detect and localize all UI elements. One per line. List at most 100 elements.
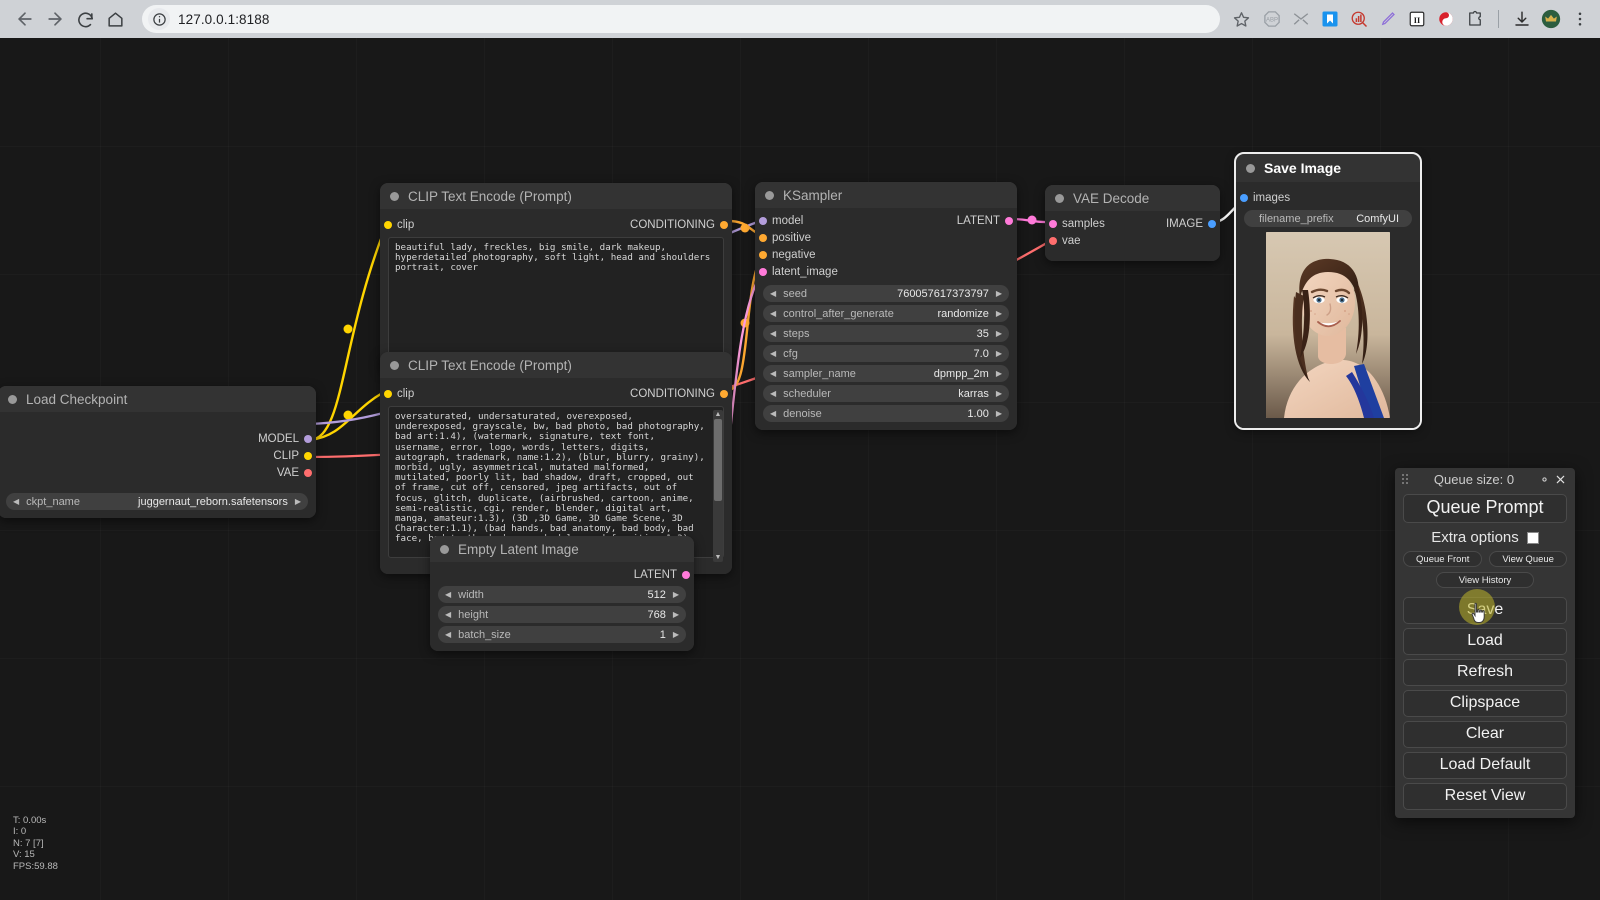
decrement-arrow-icon[interactable]: ◀ (770, 349, 776, 358)
port-dot-latent[interactable] (682, 570, 690, 579)
site-info-icon[interactable] (148, 8, 170, 30)
decrement-arrow-icon[interactable]: ◀ (770, 309, 776, 318)
port-dot-negative[interactable] (759, 250, 767, 259)
node-title-bar[interactable]: Empty Latent Image (430, 536, 694, 562)
node-load-checkpoint[interactable]: Load Checkpoint MODEL CLIP VAE ◀ ckpt_na… (0, 386, 316, 518)
image-preview[interactable] (1266, 232, 1390, 418)
port-dot-conditioning[interactable] (720, 220, 728, 229)
widget-width[interactable]: ◀ width 512 ▶ (438, 586, 686, 603)
decrement-arrow-icon[interactable]: ◀ (770, 329, 776, 338)
port-dot-clip[interactable] (304, 451, 312, 460)
port-dot-positive[interactable] (759, 233, 767, 242)
widget-scheduler[interactable]: ◀ scheduler karras ▶ (763, 385, 1009, 402)
queue-front-button[interactable]: Queue Front (1403, 551, 1483, 567)
save-button[interactable]: Save (1403, 597, 1567, 624)
menu-header[interactable]: Queue size: 0 (1395, 468, 1575, 490)
increment-arrow-icon[interactable]: ▶ (996, 309, 1002, 318)
decrement-arrow-icon[interactable]: ◀ (770, 389, 776, 398)
increment-arrow-icon[interactable]: ▶ (673, 630, 679, 639)
increment-arrow-icon[interactable]: ▶ (996, 409, 1002, 418)
node-clip-text-encode-positive[interactable]: CLIP Text Encode (Prompt) clip CONDITION… (380, 183, 732, 371)
widget-filename-prefix[interactable]: filename_prefix ComfyUI (1244, 210, 1412, 227)
drag-handle-icon[interactable] (1402, 473, 1412, 485)
widget-control-after-generate[interactable]: ◀ control_after_generate randomize ▶ (763, 305, 1009, 322)
decrement-arrow-icon[interactable]: ◀ (770, 289, 776, 298)
browser-menu-icon[interactable] (1570, 9, 1590, 29)
highlighter-icon[interactable] (1378, 9, 1398, 29)
collapse-dot-icon[interactable] (1246, 163, 1255, 173)
port-dot-images[interactable] (1240, 193, 1248, 202)
adblock-icon[interactable]: ABP (1262, 9, 1282, 29)
port-dot-model[interactable] (759, 216, 767, 225)
output-port-model[interactable]: MODEL (0, 430, 316, 447)
input-port-model[interactable]: model LATENT (755, 212, 1017, 229)
decrement-arrow-icon[interactable]: ◀ (13, 497, 19, 506)
widget-cfg[interactable]: ◀ cfg 7.0 ▶ (763, 345, 1009, 362)
output-port-clip[interactable]: CLIP (0, 447, 316, 464)
scroll-up-arrow-icon[interactable]: ▲ (715, 410, 722, 419)
port-dot-conditioning[interactable] (720, 389, 728, 398)
address-bar[interactable]: 127.0.0.1:8188 (142, 5, 1220, 33)
widget-batch-size[interactable]: ◀ batch_size 1 ▶ (438, 626, 686, 643)
input-port-positive[interactable]: positive (755, 229, 1017, 246)
scroll-down-arrow-icon[interactable]: ▼ (715, 553, 722, 562)
scrollbar-thumb[interactable] (714, 419, 722, 501)
comfyui-graph-canvas[interactable]: Load Checkpoint MODEL CLIP VAE ◀ ckpt_na… (0, 38, 1600, 900)
port-dot-vae[interactable] (1049, 236, 1057, 245)
increment-arrow-icon[interactable]: ▶ (996, 389, 1002, 398)
port-dot-model[interactable] (304, 434, 312, 443)
node-title-bar[interactable]: Load Checkpoint (0, 386, 316, 412)
widget-height[interactable]: ◀ height 768 ▶ (438, 606, 686, 623)
increment-arrow-icon[interactable]: ▶ (673, 590, 679, 599)
reload-icon[interactable] (70, 4, 100, 34)
gear-icon[interactable] (1536, 473, 1552, 486)
input-port-images[interactable]: images (1236, 189, 1420, 206)
input-port-clip[interactable]: clip CONDITIONING (380, 216, 732, 233)
widget-seed[interactable]: ◀ seed 760057617373797 ▶ (763, 285, 1009, 302)
widget-ckpt-name[interactable]: ◀ ckpt_name juggernaut_reborn.safetensor… (6, 493, 308, 510)
load-default-button[interactable]: Load Default (1403, 752, 1567, 779)
increment-arrow-icon[interactable]: ▶ (996, 289, 1002, 298)
collapse-dot-icon[interactable] (765, 190, 774, 200)
collapse-dot-icon[interactable] (1055, 193, 1064, 203)
node-title-bar[interactable]: CLIP Text Encode (Prompt) (380, 183, 732, 209)
widget-denoise[interactable]: ◀ denoise 1.00 ▶ (763, 405, 1009, 422)
input-port-samples[interactable]: samples IMAGE (1045, 215, 1220, 232)
node-title-bar[interactable]: VAE Decode (1045, 185, 1220, 211)
port-dot-samples[interactable] (1049, 219, 1057, 228)
extra-options-row[interactable]: Extra options (1395, 529, 1575, 546)
decrement-arrow-icon[interactable]: ◀ (445, 610, 451, 619)
pocket-icon[interactable] (1320, 9, 1340, 29)
home-icon[interactable] (100, 4, 130, 34)
input-port-vae[interactable]: vae (1045, 232, 1220, 249)
collapse-dot-icon[interactable] (390, 360, 399, 370)
increment-arrow-icon[interactable]: ▶ (996, 349, 1002, 358)
extra-options-checkbox[interactable] (1526, 531, 1539, 544)
node-empty-latent-image[interactable]: Empty Latent Image LATENT ◀ width 512 ▶ … (430, 536, 694, 651)
node-title-bar[interactable]: Save Image (1236, 154, 1420, 182)
clear-button[interactable]: Clear (1403, 721, 1567, 748)
output-port-vae[interactable]: VAE (0, 464, 316, 481)
node-ksampler[interactable]: KSampler model LATENT positive negative … (755, 182, 1017, 430)
view-queue-button[interactable]: View Queue (1489, 551, 1567, 567)
widget-sampler-name[interactable]: ◀ sampler_name dpmpp_2m ▶ (763, 365, 1009, 382)
output-port-latent[interactable]: LATENT (430, 566, 694, 583)
increment-arrow-icon[interactable]: ▶ (996, 369, 1002, 378)
port-dot-vae[interactable] (304, 468, 312, 477)
increment-arrow-icon[interactable]: ▶ (295, 497, 301, 506)
port-dot-latent-image[interactable] (759, 267, 767, 276)
input-port-latent-image[interactable]: latent_image (755, 263, 1017, 280)
decrement-arrow-icon[interactable]: ◀ (445, 590, 451, 599)
analytics-icon[interactable] (1349, 9, 1369, 29)
forward-icon[interactable] (40, 4, 70, 34)
bookmark-star-icon[interactable] (1228, 6, 1254, 32)
increment-arrow-icon[interactable]: ▶ (673, 610, 679, 619)
port-dot-latent-out[interactable] (1005, 216, 1013, 225)
input-port-clip[interactable]: clip CONDITIONING (380, 385, 732, 402)
prompt-scrollbar[interactable]: ▲ ▼ (713, 410, 723, 562)
refresh-button[interactable]: Refresh (1403, 659, 1567, 686)
decrement-arrow-icon[interactable]: ◀ (770, 369, 776, 378)
collapse-dot-icon[interactable] (390, 191, 399, 201)
node-title-bar[interactable]: KSampler (755, 182, 1017, 208)
decrement-arrow-icon[interactable]: ◀ (445, 630, 451, 639)
